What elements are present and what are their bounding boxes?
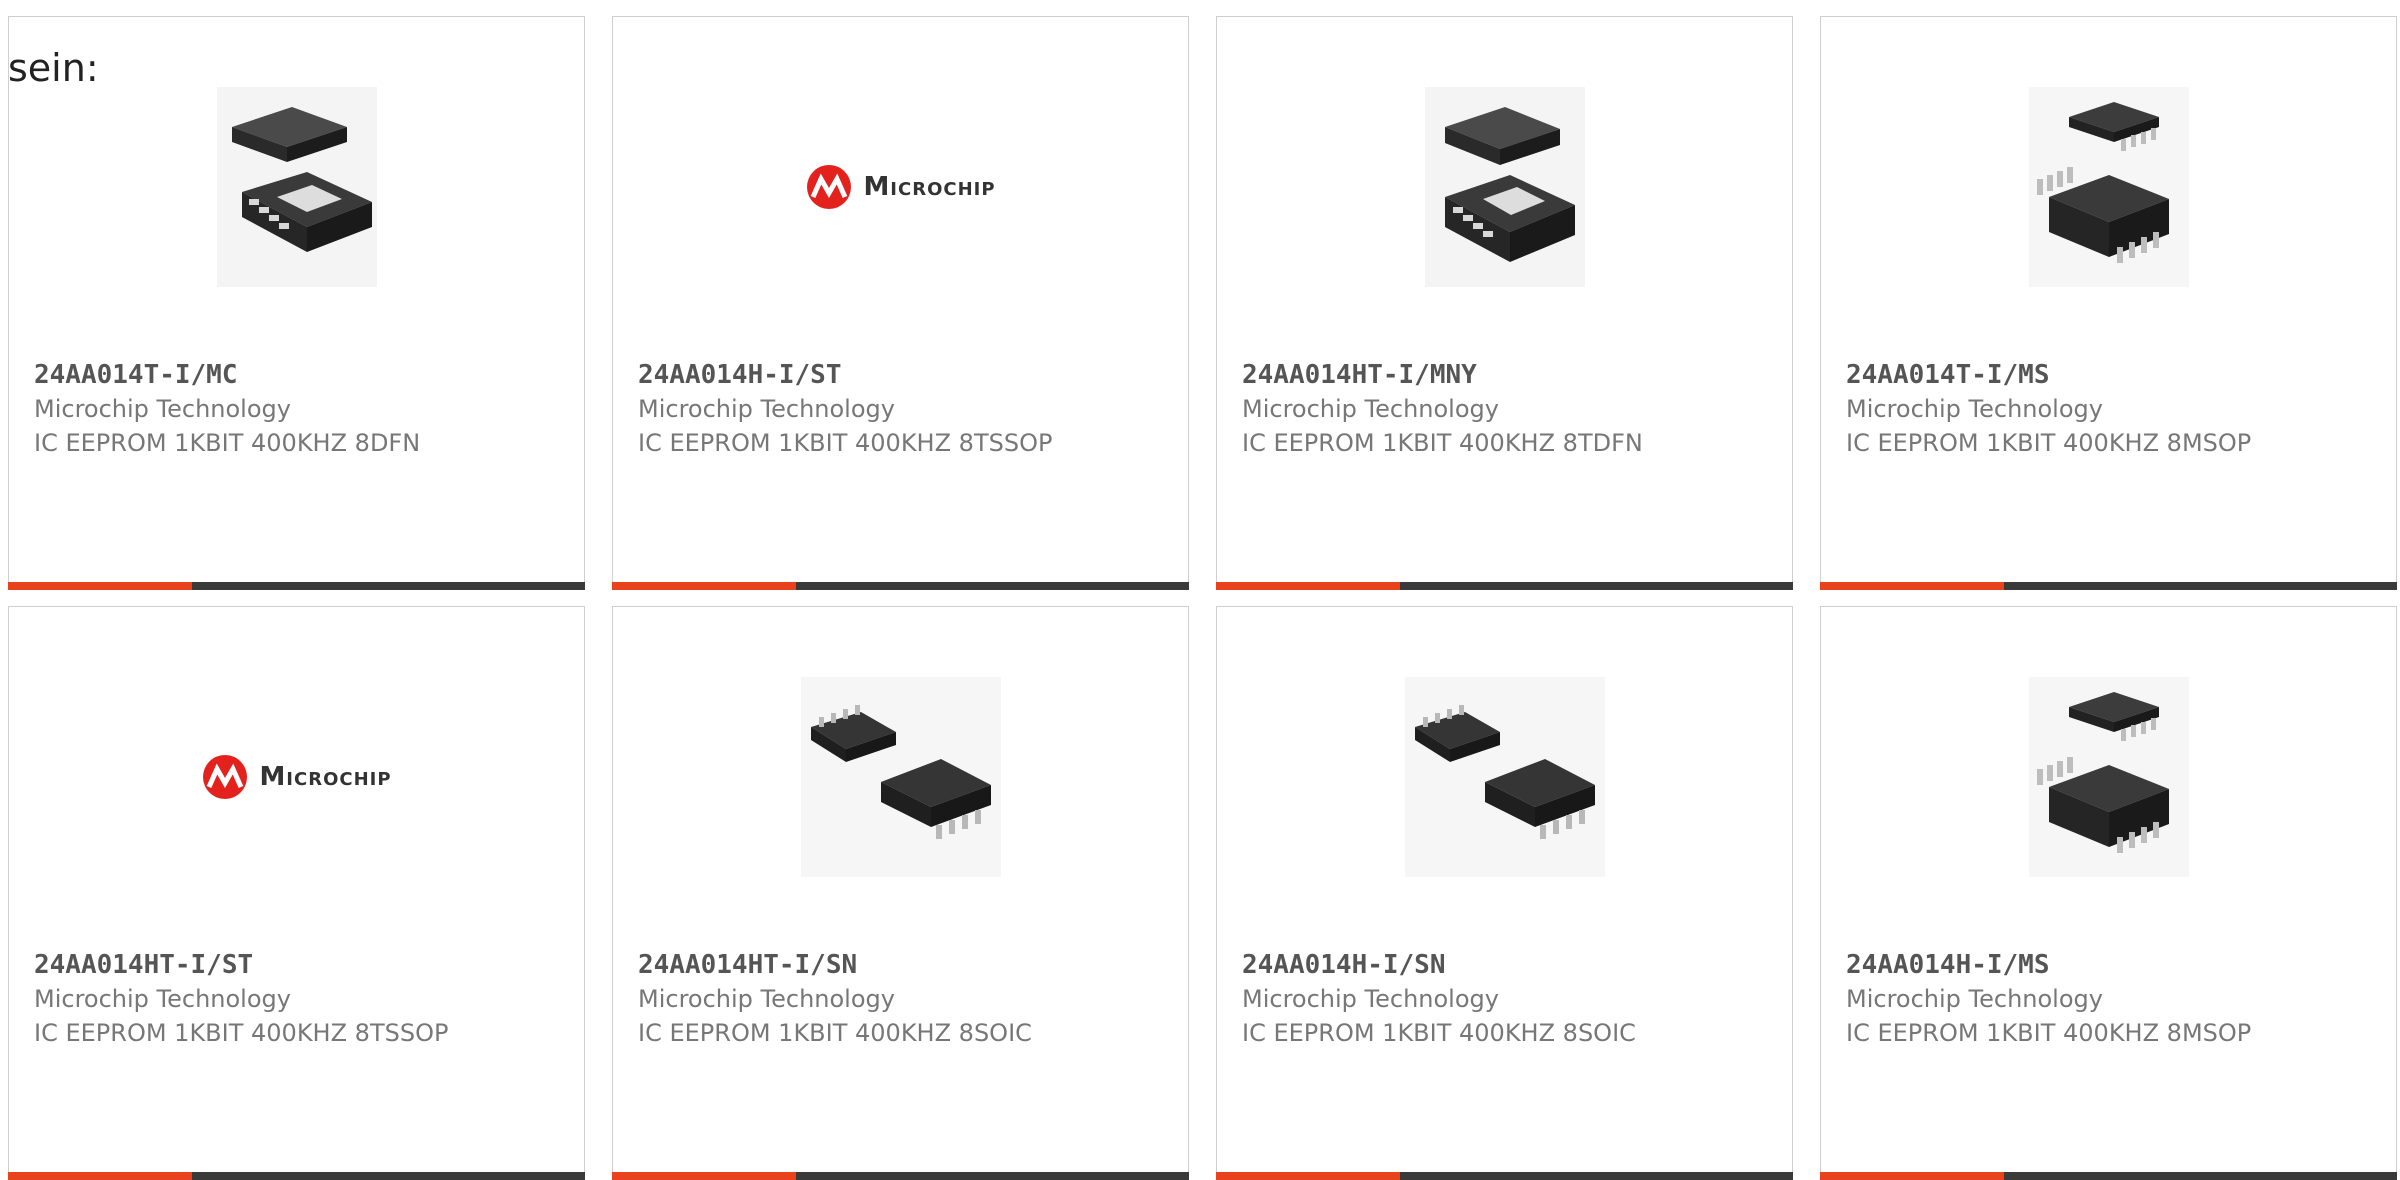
part-number[interactable]: 24AA014T-I/MC	[34, 358, 564, 392]
part-number[interactable]: 24AA014T-I/MS	[1846, 358, 2376, 392]
card-bottom-bar	[1216, 1172, 1793, 1180]
microchip-logo: Microchip	[201, 753, 391, 801]
manufacturer: Microchip Technology	[638, 985, 895, 1013]
soic-package-icon	[800, 677, 1001, 877]
card-accent	[8, 1172, 192, 1180]
soic-package-icon	[1404, 677, 1605, 877]
logo-text: Microchip	[259, 762, 392, 792]
part-number[interactable]: 24AA014HT-I/ST	[34, 948, 564, 982]
description: IC EEPROM 1KBIT 400KHZ 8MSOP	[1846, 429, 2252, 457]
card-bottom-bar	[8, 1172, 585, 1180]
dfn-package-icon	[216, 87, 377, 287]
product-card[interactable]: 24AA014HT-I/SN Microchip Technology IC E…	[612, 606, 1189, 1180]
product-image[interactable]	[1217, 607, 1792, 947]
description: IC EEPROM 1KBIT 400KHZ 8TSSOP	[34, 1019, 449, 1047]
part-number[interactable]: 24AA014H-I/ST	[638, 358, 1168, 392]
microchip-logo: Microchip	[805, 163, 995, 211]
product-card[interactable]: 24AA014H-I/MS Microchip Technology IC EE…	[1820, 606, 2397, 1180]
product-image[interactable]	[1821, 17, 2396, 357]
card-bottom-bar	[8, 582, 585, 590]
card-bottom-bar	[1820, 582, 2397, 590]
card-bottom-bar	[1820, 1172, 2397, 1180]
microchip-mark-icon	[807, 165, 852, 209]
card-bottom-bar	[612, 582, 1189, 590]
product-card[interactable]: Microchip 24AA014H-I/ST Microchip Techno…	[612, 16, 1189, 590]
logo-text: Microchip	[863, 172, 996, 202]
product-grid: 24AA014T-I/MC Microchip Technology IC EE…	[0, 0, 2400, 1180]
manufacturer: Microchip Technology	[1242, 395, 1499, 423]
product-card[interactable]: 24AA014T-I/MC Microchip Technology IC EE…	[8, 16, 585, 590]
card-accent	[1820, 1172, 2004, 1180]
card-accent	[1216, 582, 1400, 590]
card-accent	[612, 1172, 796, 1180]
product-card[interactable]: 24AA014H-I/SN Microchip Technology IC EE…	[1216, 606, 1793, 1180]
description: IC EEPROM 1KBIT 400KHZ 8SOIC	[1242, 1019, 1636, 1047]
card-accent	[612, 582, 796, 590]
part-number[interactable]: 24AA014H-I/MS	[1846, 948, 2376, 982]
card-accent	[1216, 1172, 1400, 1180]
product-image[interactable]	[1217, 17, 1792, 357]
description: IC EEPROM 1KBIT 400KHZ 8DFN	[34, 429, 421, 457]
product-card[interactable]: 24AA014T-I/MS Microchip Technology IC EE…	[1820, 16, 2397, 590]
intro-text: sein:	[8, 46, 99, 90]
card-bottom-bar	[1216, 582, 1793, 590]
manufacturer: Microchip Technology	[1242, 985, 1499, 1013]
description: IC EEPROM 1KBIT 400KHZ 8TSSOP	[638, 429, 1053, 457]
product-image[interactable]: Microchip	[613, 17, 1188, 357]
msop-package-icon	[2028, 677, 2189, 877]
manufacturer: Microchip Technology	[1846, 985, 2103, 1013]
card-bottom-bar	[612, 1172, 1189, 1180]
product-card[interactable]: 24AA014HT-I/MNY Microchip Technology IC …	[1216, 16, 1793, 590]
manufacturer: Microchip Technology	[1846, 395, 2103, 423]
msop-package-icon	[2028, 87, 2189, 287]
product-image[interactable]: Microchip	[9, 607, 584, 947]
description: IC EEPROM 1KBIT 400KHZ 8MSOP	[1846, 1019, 2252, 1047]
card-accent	[8, 582, 192, 590]
card-accent	[1820, 582, 2004, 590]
tdfn-package-icon	[1424, 87, 1585, 287]
manufacturer: Microchip Technology	[34, 395, 291, 423]
product-image[interactable]	[1821, 607, 2396, 947]
product-image[interactable]	[613, 607, 1188, 947]
part-number[interactable]: 24AA014HT-I/MNY	[1242, 358, 1772, 392]
product-card[interactable]: Microchip 24AA014HT-I/ST Microchip Techn…	[8, 606, 585, 1180]
part-number[interactable]: 24AA014H-I/SN	[1242, 948, 1772, 982]
microchip-mark-icon	[203, 755, 248, 799]
description: IC EEPROM 1KBIT 400KHZ 8SOIC	[638, 1019, 1032, 1047]
manufacturer: Microchip Technology	[34, 985, 291, 1013]
manufacturer: Microchip Technology	[638, 395, 895, 423]
description: IC EEPROM 1KBIT 400KHZ 8TDFN	[1242, 429, 1643, 457]
part-number[interactable]: 24AA014HT-I/SN	[638, 948, 1168, 982]
